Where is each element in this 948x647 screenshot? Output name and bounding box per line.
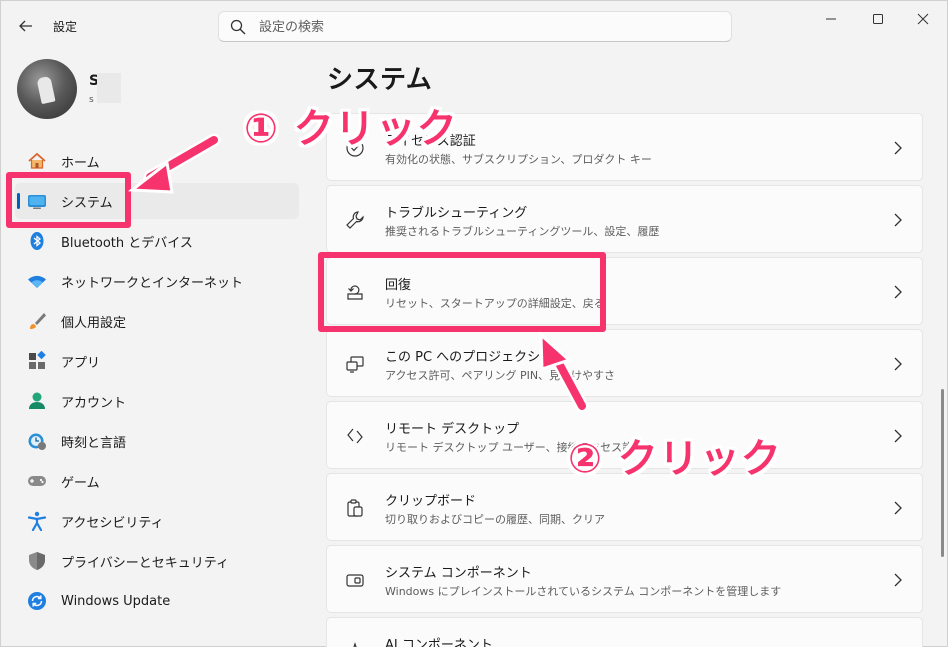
ai-icon [345, 642, 365, 647]
sidebar-item-label: アプリ [61, 355, 101, 371]
maximize-button[interactable] [863, 7, 893, 31]
minimize-icon [826, 18, 836, 20]
clipboard-icon [345, 498, 365, 518]
chevron-right-icon [892, 356, 904, 372]
maximize-icon [873, 14, 883, 24]
scrollbar[interactable] [941, 389, 944, 557]
accessibility-icon [27, 511, 47, 531]
update-icon [27, 591, 47, 611]
sidebar-item-network[interactable]: ネットワークとインターネット [15, 263, 299, 299]
sidebar-item-apps[interactable]: アプリ [15, 343, 299, 379]
card-description: 推奨されるトラブルシューティングツール、設定、履歴 [385, 225, 660, 238]
chevron-right-icon [892, 428, 904, 444]
wifi-icon [27, 271, 47, 291]
chevron-right-icon [892, 572, 904, 588]
sidebar-item-privacy-security[interactable]: プライバシーとセキュリティ [15, 543, 299, 579]
card-title: クリップボード [385, 494, 477, 509]
sidebar-item-label: ホーム [61, 155, 100, 171]
sidebar-item-label: ゲーム [61, 475, 100, 491]
card-title: システム コンポーネント [385, 566, 532, 581]
wrench-icon [345, 210, 365, 230]
sidebar-item-time-language[interactable]: 時刻と言語 [15, 423, 299, 459]
chevron-right-icon [892, 140, 904, 156]
card-system-components[interactable]: システム コンポーネント Windows にプレインストールされているシステム … [326, 545, 923, 613]
page-title: システム [327, 65, 433, 95]
card-description: Windows にプレインストールされているシステム コンポーネントを管理します [385, 585, 782, 598]
avatar [17, 59, 77, 119]
back-button[interactable] [15, 15, 37, 37]
settings-list: ライセンス認証 有効化の状態、サブスクリプション、プロダクト キー トラブルシュ… [326, 113, 923, 647]
sidebar-item-label: アカウント [61, 395, 127, 411]
card-description: 切り取りおよびコピーの履歴、同期、クリア [385, 513, 605, 526]
sidebar-item-label: 個人用設定 [61, 315, 127, 331]
search-icon [230, 19, 246, 35]
sidebar-item-accounts[interactable]: アカウント [15, 383, 299, 419]
sidebar-item-windows-update[interactable]: Windows Update [15, 583, 299, 619]
minimize-button[interactable] [816, 7, 846, 31]
card-projection[interactable]: この PC へのプロジェクション アクセス許可、ペアリング PIN、見つけやすさ [326, 329, 923, 397]
bluetooth-icon [27, 231, 47, 251]
sidebar-item-label: Windows Update [61, 593, 171, 609]
brush-icon [27, 311, 47, 331]
account-icon [27, 391, 47, 411]
profile-subtitle: s [89, 95, 94, 105]
sidebar-item-label: アクセシビリティ [61, 515, 164, 531]
card-troubleshoot[interactable]: トラブルシューティング 推奨されるトラブルシューティングツール、設定、履歴 [326, 185, 923, 253]
title-bar: 設定 [1, 1, 947, 49]
app-title: 設定 [53, 20, 78, 34]
home-icon [27, 151, 47, 171]
annotation-step2-label: ② クリック [568, 436, 782, 482]
card-ai-components[interactable]: AI コンポーネント [326, 617, 923, 647]
clock-globe-icon [27, 431, 47, 451]
card-description: アクセス許可、ペアリング PIN、見つけやすさ [385, 369, 616, 382]
sidebar-item-label: プライバシーとセキュリティ [61, 555, 229, 571]
redaction-mask [97, 73, 121, 103]
gamepad-icon [27, 471, 47, 491]
chevron-right-icon [892, 212, 904, 228]
sidebar-item-label: 時刻と言語 [61, 435, 127, 451]
shield-icon [27, 551, 47, 571]
close-icon [917, 13, 929, 25]
component-icon [345, 570, 365, 590]
card-title: リモート デスクトップ [385, 422, 520, 437]
card-title: AI コンポーネント [385, 638, 493, 647]
sidebar-item-label: ネットワークとインターネット [61, 275, 244, 291]
sidebar-item-accessibility[interactable]: アクセシビリティ [15, 503, 299, 539]
card-title: この PC へのプロジェクション [385, 350, 567, 365]
sidebar-item-personalization[interactable]: 個人用設定 [15, 303, 299, 339]
annotation-step1-label: ① クリック [244, 106, 458, 152]
search-box[interactable] [218, 11, 732, 42]
remote-desktop-icon [345, 426, 365, 446]
sidebar-item-label: Bluetooth とデバイス [61, 235, 193, 251]
projection-icon [345, 354, 365, 374]
sidebar-item-bluetooth[interactable]: Bluetooth とデバイス [15, 223, 299, 259]
highlight-box-recovery [318, 252, 606, 332]
highlight-box-system [6, 172, 131, 228]
back-arrow-icon [19, 20, 32, 32]
card-title: トラブルシューティング [385, 206, 528, 221]
chevron-right-icon [892, 284, 904, 300]
search-input[interactable] [259, 17, 719, 37]
sidebar-item-gaming[interactable]: ゲーム [15, 463, 299, 499]
chevron-right-icon [892, 500, 904, 516]
close-button[interactable] [908, 7, 938, 31]
apps-icon [27, 351, 47, 371]
